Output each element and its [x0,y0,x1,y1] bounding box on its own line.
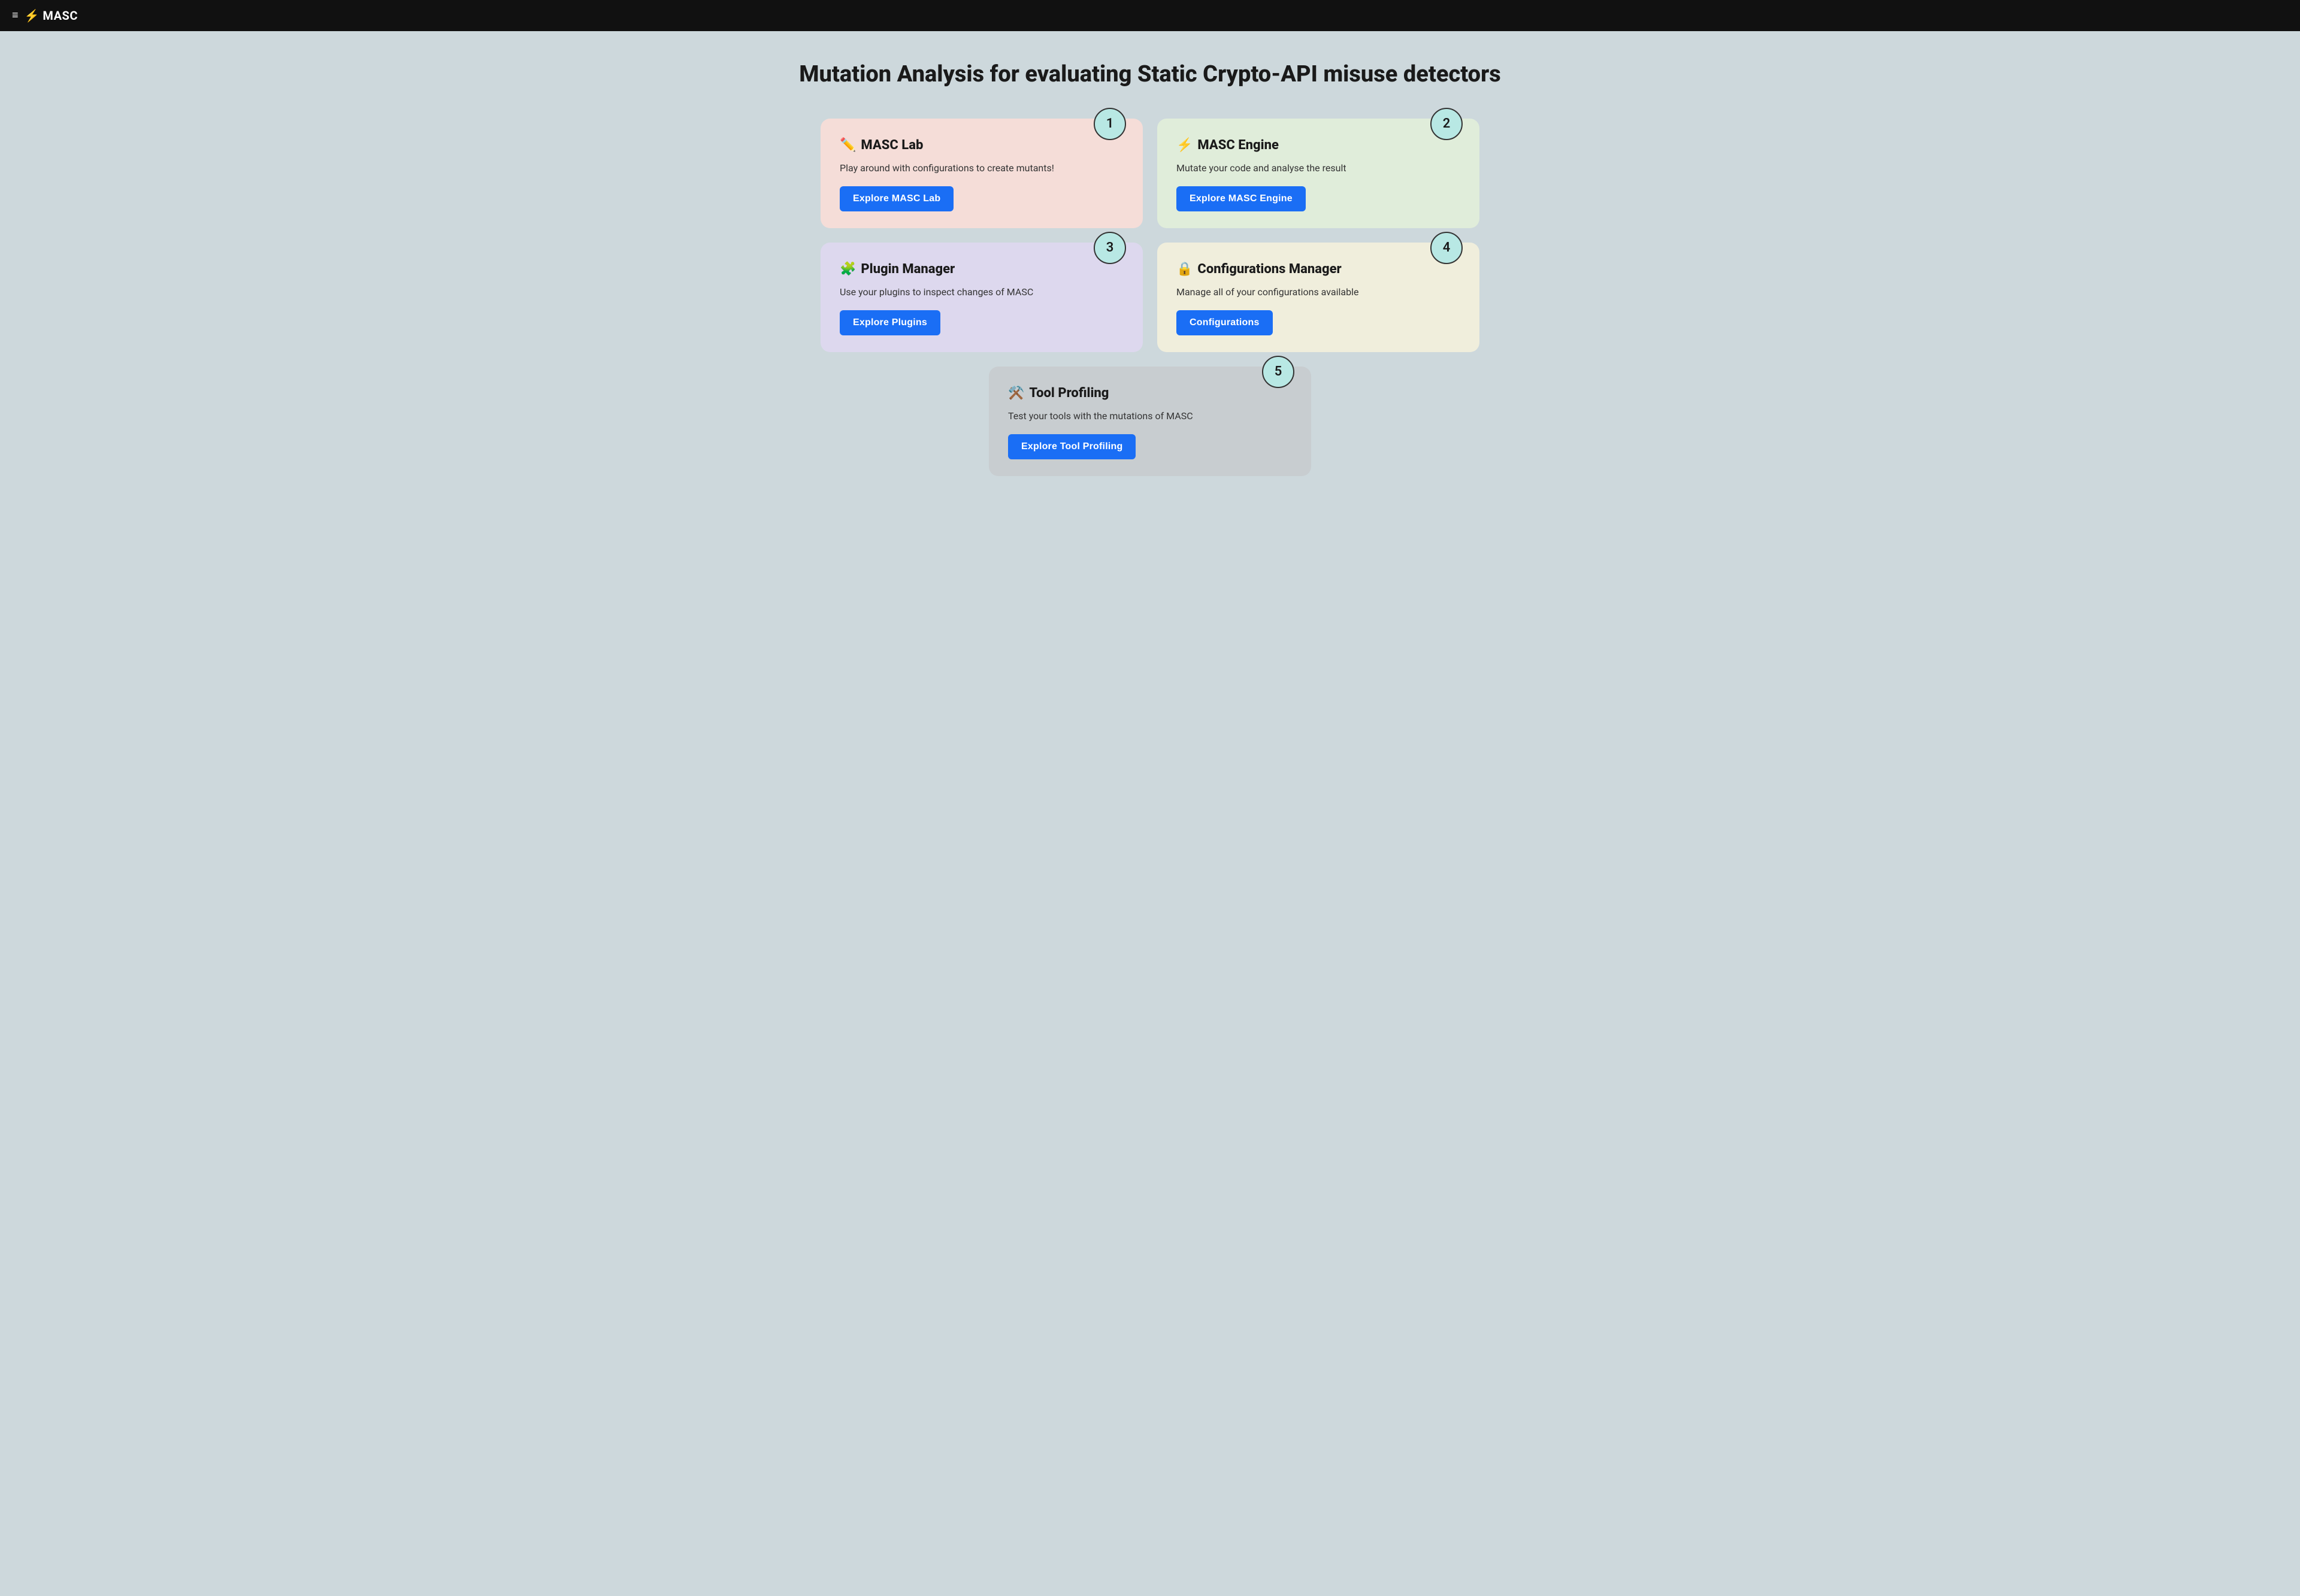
configurations-button[interactable]: Configurations [1176,310,1273,335]
card-number-2: 2 [1430,108,1463,140]
card-number-5: 5 [1262,356,1294,388]
navbar: ≡ ⚡ MASC [0,0,2300,31]
card-title-text-2: MASC Engine [1197,138,1278,153]
card-title-3: 🧩 Plugin Manager [840,262,1124,277]
card-number-3: 3 [1094,232,1126,264]
card-title-1: ✏️ MASC Lab [840,138,1124,153]
card-plugin-manager: 3 🧩 Plugin Manager Use your plugins to i… [821,243,1143,352]
navbar-logo: ⚡ MASC [25,8,78,23]
card-description-1: Play around with configurations to creat… [840,161,1124,175]
card-description-5: Test your tools with the mutations of MA… [1008,409,1292,423]
lightning-icon: ⚡ [25,8,40,23]
puzzle-icon: 🧩 [840,262,856,277]
explore-tool-profiling-button[interactable]: Explore Tool Profiling [1008,434,1136,459]
explore-masc-engine-button[interactable]: Explore MASC Engine [1176,186,1306,211]
card-title-text-1: MASC Lab [861,138,923,153]
card-title-text-5: Tool Profiling [1029,386,1109,401]
card-title-4: 🔒 Configurations Manager [1176,262,1460,277]
pencil-icon: ✏️ [840,138,856,153]
cards-grid: 1 ✏️ MASC Lab Play around with configura… [821,119,1479,352]
card-number-4: 4 [1430,232,1463,264]
explore-plugins-button[interactable]: Explore Plugins [840,310,940,335]
tools-icon: ⚒️ [1008,386,1024,401]
card-masc-lab: 1 ✏️ MASC Lab Play around with configura… [821,119,1143,228]
card-title-text-4: Configurations Manager [1197,262,1341,277]
bottom-card-wrapper: 5 ⚒️ Tool Profiling Test your tools with… [821,367,1479,476]
card-title-2: ⚡ MASC Engine [1176,138,1460,153]
menu-icon[interactable]: ≡ [12,10,19,21]
card-tool-profiling: 5 ⚒️ Tool Profiling Test your tools with… [989,367,1311,476]
card-configurations-manager: 4 🔒 Configurations Manager Manage all of… [1157,243,1479,352]
lightning-card-icon: ⚡ [1176,138,1193,153]
main-content: Mutation Analysis for evaluating Static … [0,31,2300,1596]
explore-masc-lab-button[interactable]: Explore MASC Lab [840,186,954,211]
page-title: Mutation Analysis for evaluating Static … [799,61,1500,89]
card-title-5: ⚒️ Tool Profiling [1008,386,1292,401]
card-description-2: Mutate your code and analyse the result [1176,161,1460,175]
card-description-3: Use your plugins to inspect changes of M… [840,285,1124,299]
app-title: MASC [43,8,78,23]
lock-icon: 🔒 [1176,262,1193,277]
card-masc-engine: 2 ⚡ MASC Engine Mutate your code and ana… [1157,119,1479,228]
card-number-1: 1 [1094,108,1126,140]
card-description-4: Manage all of your configurations availa… [1176,285,1460,299]
card-5-container: 5 ⚒️ Tool Profiling Test your tools with… [989,367,1311,476]
card-title-text-3: Plugin Manager [861,262,955,277]
